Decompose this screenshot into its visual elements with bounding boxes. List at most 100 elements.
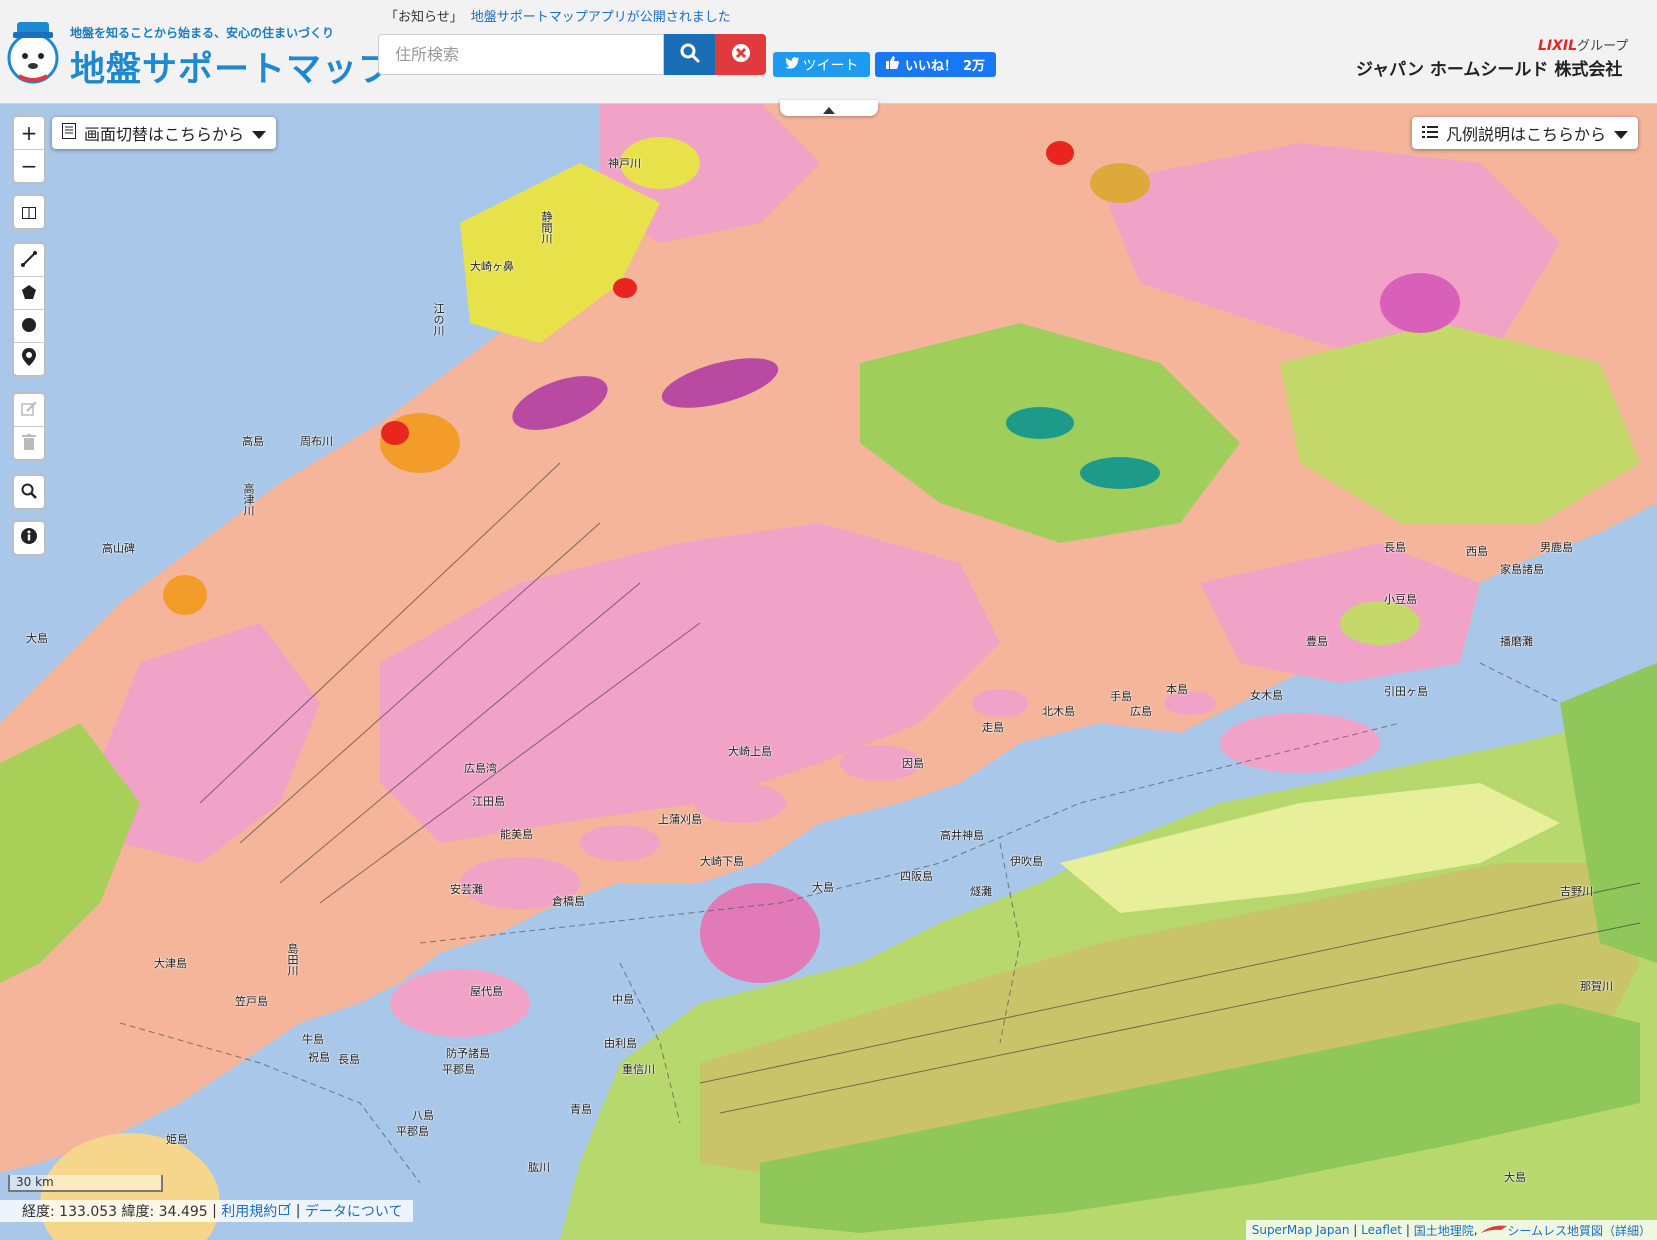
mascot-logo-icon[interactable]	[5, 10, 61, 86]
place-label: 走島	[982, 721, 1004, 734]
seamless-map-link[interactable]: シームレス地質図（詳細）	[1507, 1222, 1651, 1239]
edit-icon	[21, 398, 37, 422]
place-label: 北木島	[1042, 705, 1075, 718]
terms-link[interactable]: 利用規約	[221, 1201, 277, 1221]
place-label: 中島	[612, 993, 634, 1006]
place-label: 那賀川	[1580, 980, 1613, 993]
coordinates-bar: 経度: 133.053 緯度: 34.495 | 利用規約 | データについて	[0, 1200, 413, 1222]
place-label: 大津島	[154, 957, 187, 970]
place-label: 牛島	[302, 1033, 324, 1046]
place-label: 家島諸島	[1500, 563, 1544, 576]
draw-toolbar	[12, 242, 46, 377]
place-label: 高島	[242, 435, 264, 448]
polyline-icon	[21, 248, 37, 272]
place-label: 高井神島	[940, 829, 984, 842]
caret-down-icon	[1614, 124, 1629, 143]
map-attribution: SuperMap Japan | Leaflet | 国土地理院 , シームレス…	[1245, 1220, 1657, 1240]
data-info-link[interactable]: データについて	[305, 1201, 403, 1221]
place-label: 神戸川	[608, 157, 641, 170]
place-label: 広島	[1130, 705, 1152, 718]
place-label: 笠戸島	[235, 995, 268, 1008]
split-view-button[interactable]	[14, 196, 44, 228]
company-name[interactable]: ジャパン ホームシールド 株式会社	[1356, 55, 1622, 80]
minus-icon: −	[20, 154, 38, 178]
document-icon	[62, 123, 76, 143]
edit-toolbar	[12, 392, 46, 461]
place-label: 由利島	[604, 1037, 637, 1050]
leaflet-link[interactable]: Leaflet	[1361, 1223, 1402, 1237]
search-icon	[21, 480, 37, 504]
place-label: 肱川	[528, 1161, 550, 1174]
news-link[interactable]: 地盤サポートマップアプリが公開されました	[471, 10, 731, 25]
map-search-button[interactable]	[14, 476, 44, 508]
geology-map-layer	[0, 103, 1657, 1240]
place-label: 小豆島	[1384, 593, 1417, 606]
group-suffix: グループ	[1577, 39, 1629, 54]
map-search-control	[12, 474, 46, 510]
split-view-control	[12, 194, 46, 230]
lixil-group-logo: LIXILグループ	[1538, 35, 1628, 54]
supermap-link[interactable]: SuperMap Japan	[1252, 1223, 1350, 1237]
draw-marker-button[interactable]	[14, 343, 44, 375]
brand-title[interactable]: 地盤サポートマップ	[70, 41, 394, 92]
twitter-bird-icon	[784, 56, 799, 73]
place-label: 播磨灘	[1500, 635, 1533, 648]
app-header: 地盤を知ることから始まる、安心の住まいづくり 地盤サポートマップ 「お知らせ」地…	[0, 0, 1657, 104]
header-collapse-toggle[interactable]	[780, 100, 878, 116]
place-label: 能美島	[500, 828, 533, 841]
legend-dropdown[interactable]: 凡例説明はこちらから	[1412, 117, 1639, 149]
place-label: 大崎ヶ鼻	[470, 260, 514, 273]
place-label: 姫島	[166, 1133, 188, 1146]
plus-icon: +	[20, 121, 38, 145]
address-search-input[interactable]	[378, 34, 664, 75]
place-label: 因島	[902, 757, 924, 770]
draw-polygon-button[interactable]	[14, 277, 44, 310]
search-icon	[680, 43, 700, 67]
tweet-button[interactable]: ツイート	[773, 52, 870, 77]
place-label: 平郡島	[442, 1063, 475, 1076]
place-label: 伊吹島	[1010, 855, 1043, 868]
edit-layers-button[interactable]	[14, 394, 44, 427]
tagline: 地盤を知ることから始まる、安心の住まいづくり	[70, 26, 335, 40]
close-circle-icon	[731, 43, 751, 67]
info-button[interactable]	[14, 522, 44, 554]
place-label: 本島	[1166, 683, 1188, 696]
delete-layers-button[interactable]	[14, 427, 44, 459]
draw-circle-button[interactable]	[14, 310, 44, 343]
scale-label: 30 km	[16, 1175, 54, 1189]
thumbs-up-icon	[885, 56, 899, 73]
view-switch-dropdown[interactable]: 画面切替はこちらから	[52, 117, 277, 149]
facebook-like-button[interactable]: いいね！ 2万	[875, 52, 996, 77]
draw-line-button[interactable]	[14, 244, 44, 277]
clear-search-button[interactable]	[715, 34, 766, 75]
zoom-in-button[interactable]: +	[14, 117, 44, 150]
place-label: 引田ヶ島	[1384, 685, 1428, 698]
marker-icon	[22, 347, 36, 371]
place-label: 吉野川	[1560, 885, 1593, 898]
place-label: 屋代島	[470, 985, 503, 998]
place-label: 西島	[1466, 545, 1488, 558]
scale-bar: 30 km	[8, 1175, 163, 1192]
place-label: 高山碑	[102, 542, 135, 555]
place-label: 広島湾	[464, 762, 497, 775]
news-tag: 「お知らせ」	[385, 10, 463, 25]
like-label: いいね！	[904, 59, 957, 74]
gsi-link[interactable]: 国土地理院	[1414, 1222, 1474, 1239]
caret-down-icon	[252, 124, 267, 143]
place-label: 平郡島	[396, 1125, 429, 1138]
place-label: 大島	[26, 632, 48, 645]
caret-up-icon	[823, 99, 835, 118]
place-label: 大崎上島	[728, 745, 772, 758]
place-label: 大島	[812, 881, 834, 894]
place-label: 倉橋島	[552, 895, 585, 908]
zoom-out-button[interactable]: −	[14, 150, 44, 182]
polygon-icon	[21, 281, 37, 305]
seamless-logo-icon	[1481, 1223, 1508, 1237]
search-button[interactable]	[664, 34, 715, 75]
tweet-label: ツイート	[802, 57, 859, 74]
trash-icon	[22, 431, 36, 455]
place-label: 上蒲刈島	[658, 813, 702, 826]
place-label: 江の川	[432, 303, 445, 336]
circle-icon	[21, 314, 37, 338]
geology-map[interactable]: 神戸川 静間川 大崎ヶ鼻 江の川 高島 周布川 高津川 高山碑 大島 広島湾 江…	[0, 103, 1657, 1240]
